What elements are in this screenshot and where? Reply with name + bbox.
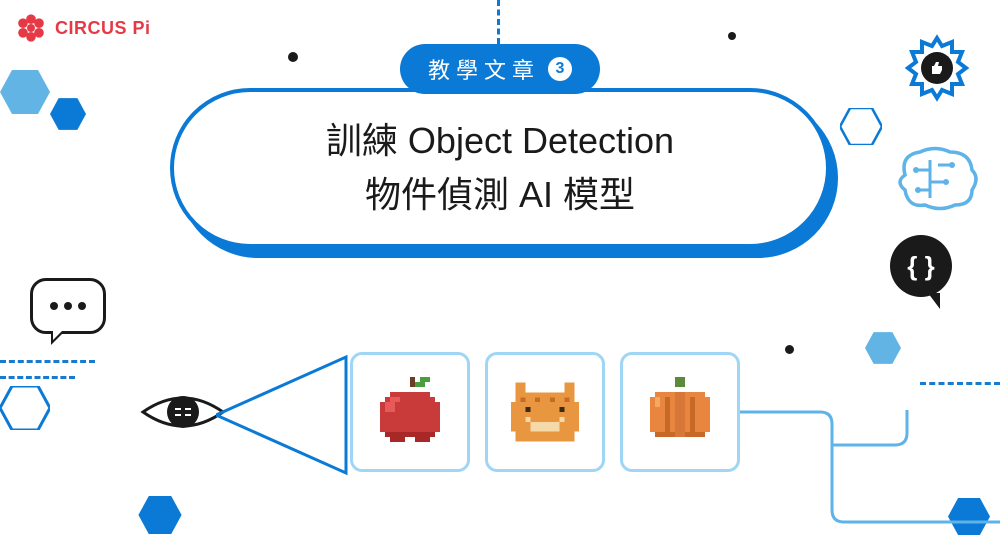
dot-decoration — [288, 52, 298, 62]
hexagon-decoration — [0, 386, 50, 430]
connector-line — [740, 410, 1000, 530]
title-line-2: 物件偵測 AI 模型 — [365, 168, 635, 222]
hexagon-decoration — [840, 108, 882, 145]
brain-circuit-icon — [880, 140, 990, 230]
logo-text: CIRCUS Pi — [55, 18, 151, 39]
dot-decoration — [728, 32, 736, 40]
pixel-card-cat — [485, 352, 605, 472]
hexagon-decoration — [865, 332, 901, 364]
vision-cone-icon — [216, 352, 356, 483]
badge-label: 教學文章 — [428, 53, 540, 85]
code-icon: { } — [890, 235, 952, 297]
hexagon-decoration — [50, 98, 86, 130]
dashed-line — [920, 382, 1000, 385]
main-title-card: 訓練 Object Detection 物件偵測 AI 模型 — [170, 88, 830, 248]
dashed-line — [0, 376, 75, 379]
logo-flower-icon — [15, 12, 47, 44]
dot-icon — [78, 302, 86, 310]
badge-number: 3 — [548, 57, 572, 81]
chat-bubble-icon — [30, 278, 106, 334]
hexagon-decoration — [138, 496, 182, 534]
tutorial-badge: 教學文章 3 — [400, 44, 600, 94]
dot-decoration — [785, 345, 794, 354]
dot-icon — [64, 302, 72, 310]
pixel-card-apple — [350, 352, 470, 472]
apple-pixel-icon — [370, 372, 450, 452]
dot-icon — [50, 302, 58, 310]
dashed-connector-top — [497, 0, 500, 44]
logo: CIRCUS Pi — [15, 12, 151, 44]
cat-pixel-icon — [501, 372, 589, 452]
pumpkin-pixel-icon — [638, 372, 722, 452]
hexagon-decoration — [0, 70, 50, 114]
title-line-1: 訓練 Object Detection — [326, 114, 674, 168]
code-braces-symbol: { } — [907, 251, 934, 282]
dashed-line — [0, 360, 95, 363]
pixel-card-pumpkin — [620, 352, 740, 472]
gear-thumbsup-icon — [892, 28, 982, 123]
